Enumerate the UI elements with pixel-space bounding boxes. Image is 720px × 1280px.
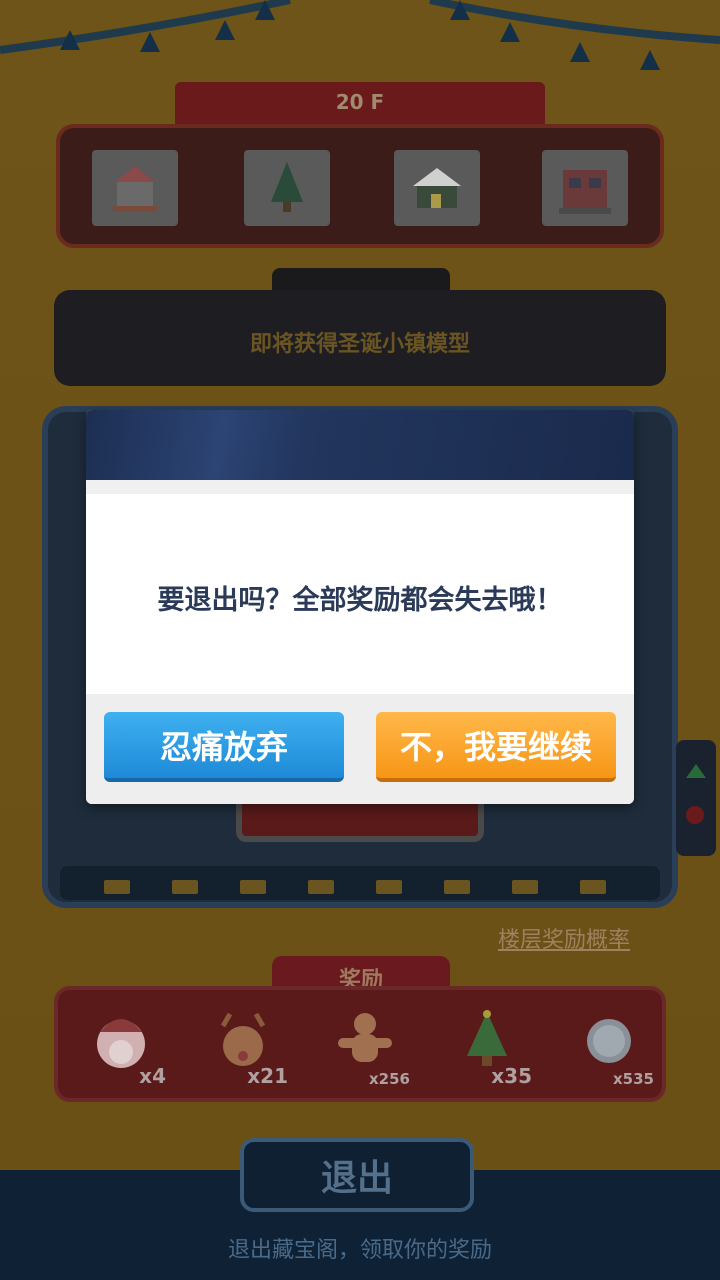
abandon-button[interactable]: 忍痛放弃 xyxy=(104,712,344,782)
dialog-header xyxy=(86,410,634,480)
dialog-message: 要退出吗？全部奖励都会失去哦！ xyxy=(157,585,563,616)
continue-button[interactable]: 不，我要继续 xyxy=(376,712,616,782)
dialog-divider xyxy=(86,480,634,494)
